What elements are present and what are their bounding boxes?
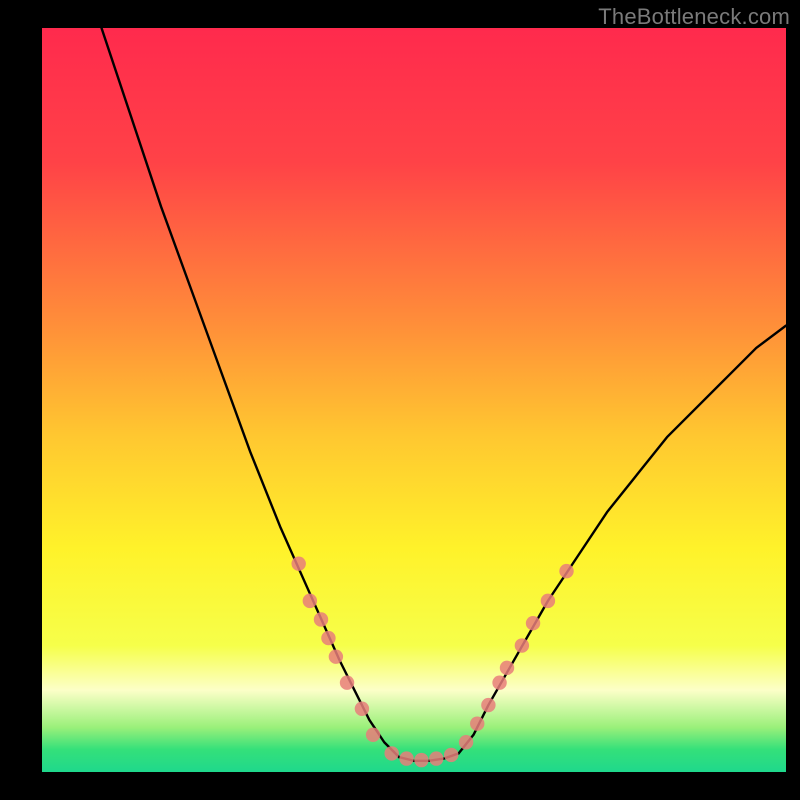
marker-point [291, 556, 305, 570]
marker-point [329, 649, 343, 663]
plot-area [42, 28, 786, 772]
background-rect [42, 28, 786, 772]
marker-point [559, 564, 573, 578]
marker-point [321, 631, 335, 645]
marker-point [355, 702, 369, 716]
marker-point [384, 746, 398, 760]
marker-point [444, 748, 458, 762]
marker-point [340, 676, 354, 690]
marker-point [470, 716, 484, 730]
marker-point [366, 728, 380, 742]
marker-point [459, 735, 473, 749]
marker-point [399, 751, 413, 765]
marker-point [500, 661, 514, 675]
marker-point [492, 676, 506, 690]
chart-frame: TheBottleneck.com [0, 0, 800, 800]
marker-point [303, 594, 317, 608]
plot-svg [42, 28, 786, 772]
marker-point [481, 698, 495, 712]
marker-point [414, 753, 428, 767]
marker-point [515, 638, 529, 652]
marker-point [541, 594, 555, 608]
marker-point [314, 612, 328, 626]
watermark-text: TheBottleneck.com [598, 4, 790, 30]
marker-point [429, 751, 443, 765]
marker-point [526, 616, 540, 630]
